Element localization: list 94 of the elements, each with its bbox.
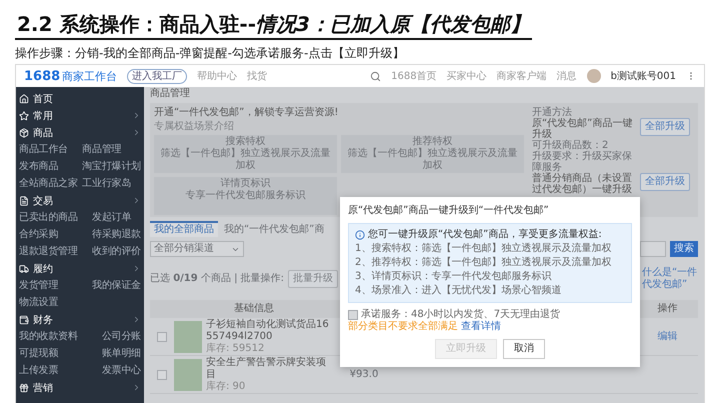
stock-text: 库存: 90 xyxy=(206,380,246,392)
tab[interactable]: 我的“一件代发包邮”商 xyxy=(220,221,328,237)
promise-text: 承诺服务：48小时以内发货、7天无理由退货 xyxy=(361,309,560,320)
sidebar-item[interactable]: 财务 xyxy=(33,312,128,326)
sidebar-subitem[interactable]: 发布商品 xyxy=(19,158,78,175)
card-text: 筛选【一件包邮】独立透视展示及流量加权 xyxy=(346,148,518,172)
card-title: 搜索特权 xyxy=(224,136,266,148)
logo-number: 1688 xyxy=(24,68,60,84)
sidebar-item[interactable]: 首页 xyxy=(33,92,141,106)
benefit-text: 3、详情页标识：专享一件代发包邮服务标识 xyxy=(355,271,552,283)
sidebar-subitem[interactable]: 淘宝打爆计划 xyxy=(82,158,141,175)
search-icon[interactable] xyxy=(370,70,382,82)
upgrade-all-button[interactable]: 全部升级 xyxy=(640,118,690,136)
sidebar-subitem[interactable]: 发起订单 xyxy=(92,209,141,226)
sidebar-subitem[interactable]: 合约采购 xyxy=(19,226,78,243)
methods-title: 开通方法 xyxy=(532,107,573,118)
details-link[interactable]: 查看详情 xyxy=(461,321,501,333)
sidebar-subitem[interactable]: 待采购退款 xyxy=(92,226,141,243)
search-field[interactable] xyxy=(640,241,666,257)
sidebar-item[interactable]: 营销 xyxy=(33,380,128,394)
logo-text: 商家工作台 xyxy=(62,68,118,84)
sidebar-subitem[interactable]: 可提现额 xyxy=(19,345,78,362)
home-icon xyxy=(19,94,29,104)
sidebar-subitem[interactable]: 工业行家岛 xyxy=(82,175,141,192)
chevron-icon[interactable] xyxy=(132,111,141,120)
benefit-text: 2、推荐特权：筛选【一件包邮】独立透视展示及流量加权 xyxy=(355,257,612,269)
sidebar-subitem[interactable]: 我的收款资料 xyxy=(19,328,78,345)
card-title: 推荐特权 xyxy=(412,136,454,148)
card-text: 筛选【一件包邮】独立透视展示及流量加权 xyxy=(160,148,332,172)
promo-headline: 开通“一件代发包邮”，解锁专享运营资源! xyxy=(154,107,340,119)
steps-text: 操作步骤：分销-我的全部商品-弹窗提醒-勾选承诺服务-点击【立即升级】 xyxy=(15,45,406,61)
card-title: 详情页标识 xyxy=(220,178,272,190)
sidebar-subitem[interactable]: 物流设置 xyxy=(19,294,58,311)
product-name[interactable]: 安全生产警告警示牌安装项目 xyxy=(206,356,334,380)
method-detail: 可升级商品数：2 xyxy=(532,140,610,151)
chevron-icon[interactable] xyxy=(132,128,141,137)
column-header: 基础信息 xyxy=(233,303,275,315)
price-cell-text: ¥93.0 xyxy=(348,368,380,380)
photo-placeholder xyxy=(174,358,202,390)
sidebar-subitem[interactable]: 发货管理 xyxy=(19,277,58,294)
chevron-icon[interactable] xyxy=(132,315,141,324)
gift-icon xyxy=(19,382,29,392)
method-title: 普通分销商品（未设置过代发包邮）一键升级 xyxy=(532,173,633,195)
sidebar-subitem[interactable]: 商品管理 xyxy=(82,141,141,158)
sidebar-subitem[interactable]: 公司分账 xyxy=(102,328,141,345)
info-icon xyxy=(355,230,365,240)
benefit-text: 1、搜索特权：筛选【一件包邮】独立透视展示及流量加权 xyxy=(355,243,612,255)
benefit-text: 4、场景准入：进入【无忧代发】场景心智频道 xyxy=(355,285,562,297)
selection-summary: 已选 0/19 个商品 | 批量操作: xyxy=(150,273,284,285)
account-name[interactable]: b测试账号001 xyxy=(610,69,676,83)
page-title: 商品管理 xyxy=(150,87,191,101)
column-header: 操作 xyxy=(656,303,678,315)
slide-title: 2.2 系统操作：商品入驻--情况3：已加入原【代发包邮】 xyxy=(15,10,532,40)
wallet-icon xyxy=(19,314,29,324)
star-icon xyxy=(19,110,29,120)
sidebar-subitem[interactable]: 全站商品之家 xyxy=(19,175,78,192)
sidebar-subitem[interactable]: 上传发票 xyxy=(19,362,78,379)
chevron-icon[interactable] xyxy=(132,383,141,392)
stock-text: 库存: 59512 xyxy=(206,342,266,354)
row-checkbox[interactable] xyxy=(157,370,167,380)
factory-badge[interactable]: 进入我工厂 xyxy=(127,68,188,84)
sidebar-subitem[interactable]: 已卖出的商品 xyxy=(19,209,78,226)
sidebar-item[interactable]: 常用 xyxy=(33,108,128,122)
document-icon xyxy=(19,196,29,206)
sidebar-item[interactable]: 交易 xyxy=(33,194,128,208)
warning-text: 部分类目不要求全部满足 xyxy=(348,321,458,333)
sidebar-subitem[interactable]: 商品工作台 xyxy=(19,141,78,158)
sidebar-item[interactable]: 商品 xyxy=(33,126,128,140)
tab[interactable]: 我的全部商品 xyxy=(150,221,218,237)
upgrade-all-button[interactable]: 全部升级 xyxy=(640,173,690,191)
sidebar-item[interactable]: 履约 xyxy=(33,262,128,276)
product-name[interactable]: 子衫短袖自动化测试货品16557494l2700 xyxy=(206,318,334,342)
promise-checkbox[interactable] xyxy=(348,310,358,320)
dialog-title: 原“代发包邮”商品一键升级到“一件代发包邮” xyxy=(348,205,550,217)
sidebar-subitem[interactable]: 发票中心 xyxy=(102,362,141,379)
avatar[interactable] xyxy=(586,69,601,83)
notice-text: 您可一键升级原“代发包邮”商品，享受更多流量权益: xyxy=(368,229,602,241)
promo-subtitle: 专属权益场景介绍 xyxy=(154,121,235,133)
package-icon xyxy=(19,128,29,138)
chevron-icon[interactable] xyxy=(132,264,141,273)
chevron-icon[interactable] xyxy=(132,196,141,205)
dialog-button[interactable]: 取消 xyxy=(503,339,545,359)
photo-placeholder xyxy=(174,320,202,352)
channel-select[interactable]: 全部分销渠道 xyxy=(150,241,244,257)
method-detail: 升级要求：升级买家保障服务 xyxy=(532,151,633,173)
sidebar-subitem[interactable]: 账单明细 xyxy=(102,345,141,362)
search-button[interactable]: 搜索 xyxy=(670,241,698,257)
sidebar-subitem[interactable]: 退款退货管理 xyxy=(19,243,78,260)
truck-icon xyxy=(19,264,29,274)
sidebar-subitem[interactable]: 我的保证金 xyxy=(92,277,141,294)
card-text: 专享一件代发包邮服务标识 xyxy=(184,190,306,202)
row-checkbox[interactable] xyxy=(157,332,167,342)
sidebar-subitem[interactable]: 收到的评价 xyxy=(92,243,141,260)
method-title: 原“代发包邮”商品一键升级 xyxy=(532,118,634,140)
